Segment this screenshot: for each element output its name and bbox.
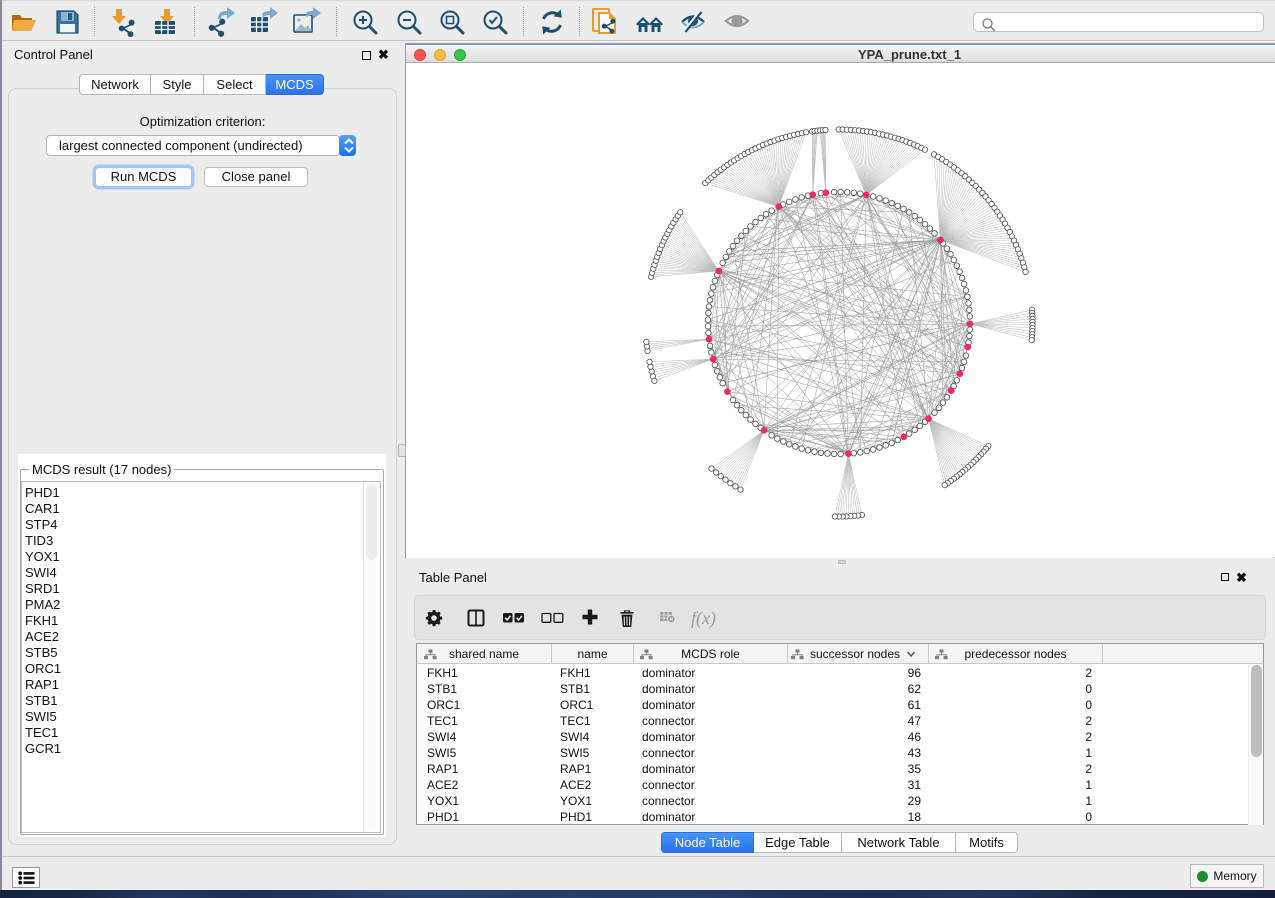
svg-text:f(x): f(x) bbox=[691, 608, 716, 629]
